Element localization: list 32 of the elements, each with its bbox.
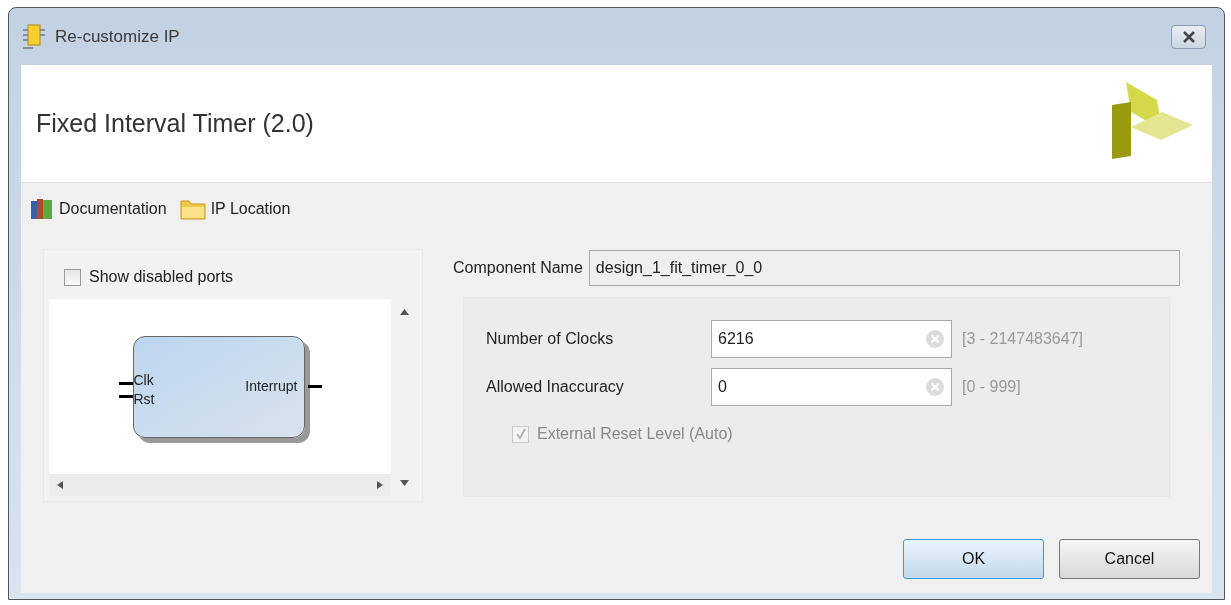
port-label: Rst [133,389,155,409]
range-hint: [3 - 2147483647] [962,329,1083,349]
checkbox-label: Show disabled ports [89,267,234,287]
clear-icon[interactable] [925,329,945,349]
dialog-button[interactable]: OK [903,539,1044,579]
folder-icon [178,197,207,221]
input-field[interactable]: 0 [711,368,952,406]
field-label: Allowed Inaccuracy [486,377,625,397]
input-field[interactable]: 6216 [711,320,952,358]
field-label: Number of Clocks [486,329,615,349]
scroll-up-icon[interactable] [399,309,409,315]
books-icon [29,196,55,222]
port-label: Interrupt [245,377,298,396]
window-title: Re-customize IP [55,25,180,48]
range-hint: [0 - 999] [962,377,1021,397]
dialog-heading: Fixed Interval Timer (2.0) [36,107,314,139]
chip-icon [21,21,47,52]
scroll-right-icon[interactable] [377,481,383,489]
dialog-button[interactable]: Cancel [1059,539,1200,579]
toolbar-link[interactable]: Documentation [29,196,167,222]
component-name-field[interactable]: design_1_fit_timer_0_0 [588,250,1180,286]
close-button[interactable] [1171,24,1206,49]
scroll-left-icon[interactable] [57,481,63,489]
toolbar-link[interactable]: IP Location [178,197,291,221]
horizontal-scrollbar[interactable] [49,474,391,496]
field-label: Component Name [453,258,583,278]
clear-icon[interactable] [925,377,945,397]
checkbox-label: External Reset Level (Auto) [537,424,733,444]
port-label: Clk [133,370,155,390]
scroll-down-icon[interactable] [399,480,409,486]
close-icon [1181,30,1196,43]
checkbox[interactable] [64,268,81,286]
